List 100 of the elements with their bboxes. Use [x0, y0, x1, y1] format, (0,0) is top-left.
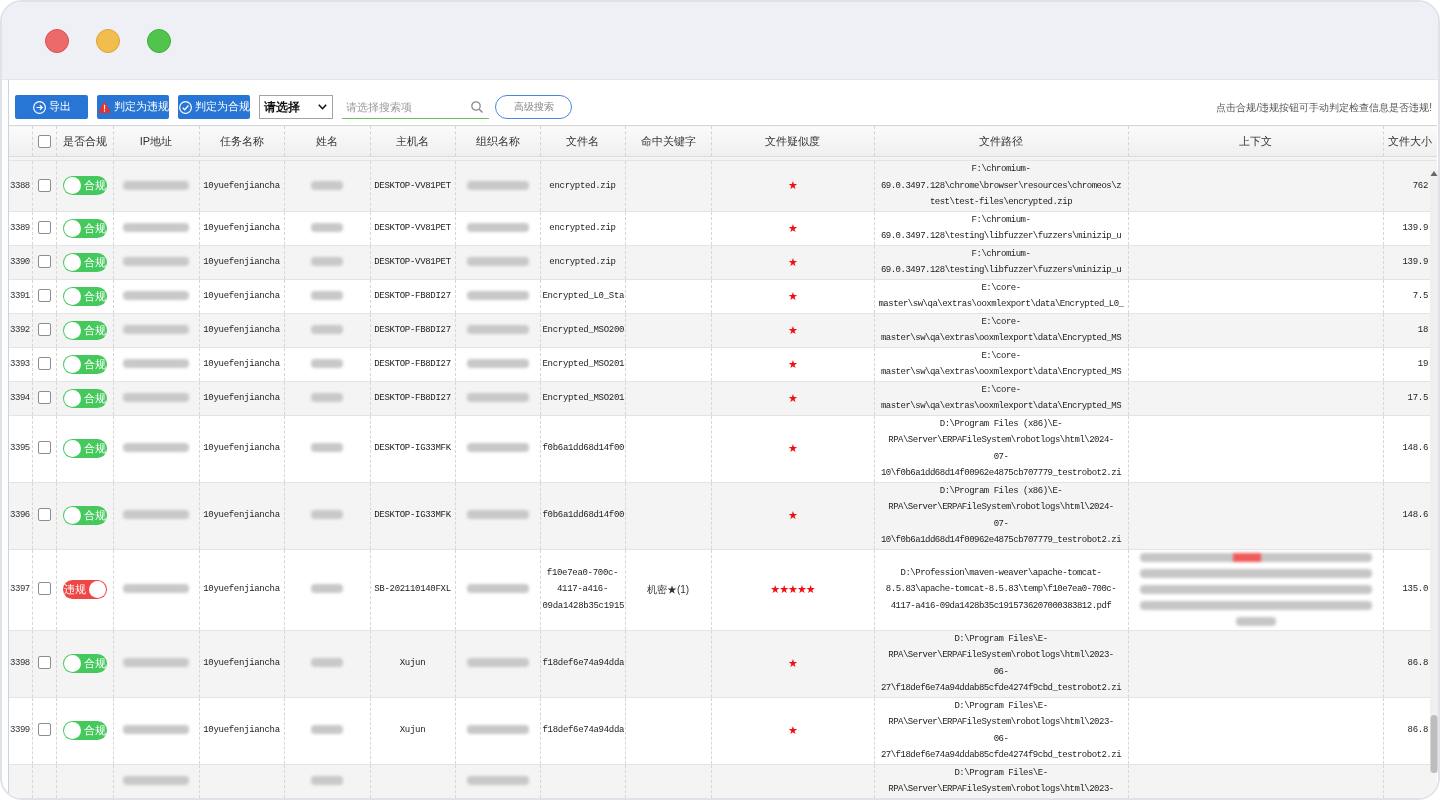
table-cell: DESKTOP-VV81PET	[370, 160, 455, 211]
checkbox[interactable]	[37, 582, 51, 596]
blurred-text	[311, 290, 343, 300]
compliance-toggle[interactable]: 合规	[62, 721, 107, 740]
advanced-search-button[interactable]: 高级搜索	[495, 95, 572, 119]
column-header: 文件疑似度	[711, 125, 874, 157]
table-cell: 10yuefenjiancha	[199, 211, 284, 245]
compliance-toggle[interactable]: 合规	[62, 654, 107, 673]
blurred-text	[311, 180, 343, 190]
blurred-text	[311, 392, 343, 402]
column-header: 姓名	[284, 125, 370, 157]
blurred-text	[466, 358, 529, 368]
table-cell: encrypted.zip	[540, 211, 625, 245]
blurred-text	[123, 510, 189, 520]
toggle-knob	[63, 287, 81, 305]
search-icon[interactable]	[471, 101, 483, 113]
table-cell: ★	[711, 279, 874, 313]
table-cell: Xujun	[370, 697, 455, 764]
table-cell: DESKTOP-FB8DI27	[370, 279, 455, 313]
blurred-text	[311, 358, 343, 368]
blurred-text	[123, 584, 189, 594]
mark-compliant-button[interactable]: 判定为合规	[178, 95, 250, 119]
dropdown[interactable]: 请选择	[259, 95, 333, 119]
table-cell: 10yuefenjiancha	[199, 630, 284, 697]
compliance-toggle[interactable]: 合规	[62, 439, 107, 458]
check-circle-icon	[178, 100, 192, 114]
blurred-text	[311, 584, 343, 594]
checkbox[interactable]	[37, 322, 51, 336]
checkbox[interactable]	[37, 288, 51, 302]
table-cell: 10yuefenjiancha	[199, 313, 284, 347]
checkbox[interactable]	[37, 390, 51, 404]
table-cell: f18def6e74a94dda	[540, 630, 625, 697]
table-cell: D:\Program Files (x86)\E- RPA\Server\ERPAFileSystem\robotlogs\html\2024- 07- 10\f0b6a1dd68d14f00962e4875cb707779_testrobot2.zi	[874, 482, 1128, 549]
compliance-toggle[interactable]: 合规	[62, 176, 107, 196]
checkbox[interactable]	[37, 441, 51, 455]
table-cell: Encrypted_L0_Sta	[540, 279, 625, 313]
checkbox[interactable]	[37, 656, 51, 670]
checkbox[interactable]	[37, 723, 51, 737]
column-header: 主机名	[370, 125, 455, 157]
checkbox[interactable]	[37, 356, 51, 370]
table-cell: D:\Program Files\E- RPA\Server\ERPAFileSystem\robotlogs\html\2023- 06- 27\f18def6e74a94ddab85cfde4274f9cbd_testrobot2.zi	[874, 697, 1128, 764]
table-cell: ★	[711, 347, 874, 381]
row-number: 3395	[9, 415, 32, 482]
checkbox[interactable]	[37, 134, 51, 148]
table-cell: ★	[711, 630, 874, 697]
table-cell: 10yuefenjiancha	[199, 482, 284, 549]
table-cell: DESKTOP-IG33MFK	[370, 482, 455, 549]
table-cell: DESKTOP-IG33MFK	[370, 415, 455, 482]
blurred-text	[123, 725, 189, 735]
window-maximize-button[interactable]	[147, 28, 171, 53]
table-cell: DESKTOP-FB8DI27	[370, 313, 455, 347]
table-cell: 机密★(1)	[625, 549, 711, 630]
compliance-toggle[interactable]: 合规	[62, 354, 107, 374]
blurred-text	[466, 510, 529, 520]
blurred-text	[123, 443, 189, 453]
checkbox[interactable]	[37, 178, 51, 192]
table-cell: E:\core- master\sw\qa\extras\ooxmlexport\data\Encrypted_MS	[874, 347, 1128, 381]
column-header: 是否合规	[56, 125, 113, 157]
compliance-toggle[interactable]: 合规	[62, 252, 107, 272]
window-minimize-button[interactable]	[96, 28, 120, 53]
checkbox[interactable]	[37, 508, 51, 522]
compliance-toggle[interactable]: 违规	[62, 580, 107, 599]
blurred-text	[466, 584, 529, 594]
checkbox[interactable]	[37, 254, 51, 268]
blurred-text	[123, 180, 189, 190]
hint-text: 点击合规/违规按钮可手动判定检查信息是否违规!	[1216, 101, 1432, 115]
blurred-text	[466, 725, 529, 735]
table-cell: Encrypted_MSO201	[540, 347, 625, 381]
blurred-text	[123, 324, 189, 334]
table-cell: E:\core- master\sw\qa\extras\ooxmlexport\data\Encrypted_L0_	[874, 279, 1128, 313]
compliance-toggle[interactable]: 合规	[62, 286, 107, 306]
table-cell: D:\Program Files (x86)\E- RPA\Server\ERPAFileSystem\robotlogs\html\2024- 07- 10\f0b6a1dd68d14f00962e4875cb707779_testrobot2.zi	[874, 415, 1128, 482]
warning-icon	[97, 101, 111, 113]
toggle-knob	[63, 177, 81, 195]
row-number: 3389	[9, 211, 32, 245]
row-number: 3399	[9, 697, 32, 764]
table-cell: DESKTOP-FB8DI27	[370, 347, 455, 381]
mark-violation-button[interactable]: 判定为违规	[97, 95, 169, 119]
table-cell: ★	[711, 211, 874, 245]
compliance-toggle[interactable]: 合规	[62, 320, 107, 340]
table-cell: 10yuefenjiancha	[199, 160, 284, 211]
blurred-text	[311, 510, 343, 520]
compliance-toggle[interactable]: 合规	[62, 506, 107, 525]
table-cell: E:\core- master\sw\qa\extras\ooxmlexport\data\Encrypted_MS	[874, 381, 1128, 415]
table-cell: f18def6e74a94dda	[540, 697, 625, 764]
table-cell: ★	[711, 482, 874, 549]
checkbox[interactable]	[37, 220, 51, 234]
toggle-knob	[63, 507, 81, 524]
table-cell: F:\chromium- 69.0.3497.128\testing\libfuzzer\fuzzers\minizip_u	[874, 245, 1128, 279]
blurred-text	[466, 180, 529, 190]
compliance-toggle[interactable]: 合规	[62, 388, 107, 408]
scrollbar[interactable]	[1430, 170, 1438, 773]
table-cell: ★	[711, 313, 874, 347]
export-button[interactable]: 导出	[15, 95, 88, 119]
window-close-button[interactable]	[45, 28, 69, 53]
toggle-knob	[88, 581, 106, 598]
search-field[interactable]: 请选择搜索项	[342, 95, 489, 119]
compliance-toggle[interactable]: 合规	[62, 218, 107, 238]
table-cell: D:\Program Files\E- RPA\Server\ERPAFileSystem\robotlogs\html\2023- 06- 27\f18def6e74a94ddab85cfde4274f9cbd_testrobot2.zi	[874, 630, 1128, 697]
table-cell: f0b6a1dd68d14f00	[540, 415, 625, 482]
